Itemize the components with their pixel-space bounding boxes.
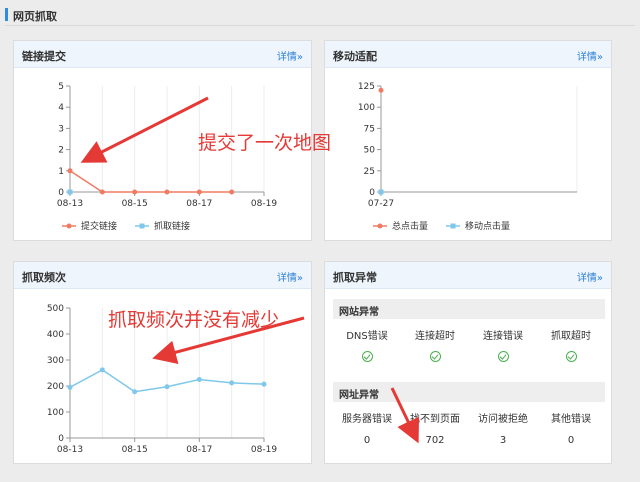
data-point[interactable] [132,189,138,195]
url-error-headers: 服务器错误 找不到页面 访问被拒绝 其他错误 [333,410,605,425]
series-line [69,170,232,193]
details-link[interactable]: 详情» [577,269,603,284]
site-error-header: 连接超时 [415,331,455,342]
check-circle-icon [429,351,441,362]
url-error-value[interactable]: 0 [333,435,401,446]
url-error-header: 找不到页面 [410,414,460,425]
data-point[interactable] [67,189,73,195]
y-tick-label: 0 [58,434,64,444]
legend-label[interactable]: 移动点击量 [465,220,510,232]
data-point[interactable] [378,189,384,195]
y-tick-label: 200 [47,382,64,392]
header-accent-bar [5,8,8,21]
site-error-status-row [333,351,605,365]
y-tick-label: 50 [364,146,376,156]
check-circle-icon [497,351,509,362]
panel-header: 抓取频次 详情» [14,262,311,289]
site-error-header: 抓取超时 [551,331,591,342]
link-submit-chart: 0 1 2 3 4 5 08-13 08-15 08-17 08-19 提交链接 抓取链接 [57,82,277,232]
x-tick-label: 08-19 [251,199,277,209]
x-tick-label: 08-17 [186,445,212,455]
panel-crawl-frequency: 抓取频次 详情» 0 100 200 300 400 500 08-13 08-15 08-17… [13,261,312,464]
y-tick-label: 25 [364,167,375,177]
legend-marker [450,223,456,229]
panel-header: 移动适配 详情» [325,41,611,68]
legend-label[interactable]: 抓取链接 [154,220,190,232]
panel-title: 抓取频次 [22,271,66,284]
url-error-header: 服务器错误 [342,414,392,425]
url-error-values: 0 702 3 0 [333,435,605,446]
url-error-title: 网址异常 [339,390,379,401]
data-point[interactable] [261,381,267,387]
data-point[interactable] [132,389,138,395]
y-tick-label: 400 [47,330,64,340]
legend-marker [139,223,145,229]
data-point[interactable] [164,384,170,390]
x-tick-label: 07-27 [368,199,394,209]
annotation-freq-text: 抓取频次并没有减少 [108,309,280,331]
panel-title: 抓取异常 [333,271,377,284]
legend-label[interactable]: 总点击量 [392,220,428,232]
data-point[interactable] [229,380,235,386]
legend-marker [377,223,383,229]
page-header: 网页抓取 [5,4,635,26]
x-tick-label: 08-19 [251,445,277,455]
page-title: 网页抓取 [13,10,57,23]
y-tick-label: 75 [364,124,375,134]
panel-title: 链接提交 [22,50,66,63]
site-error-headers: DNS错误 连接超时 连接错误 抓取超时 [333,327,605,342]
x-tick-label: 08-13 [57,445,83,455]
site-error-header: DNS错误 [346,331,388,342]
y-tick-label: 1 [58,167,64,177]
panel-crawl-error: 抓取异常 详情» 网站异常 DNS错误 连接超时 连接错误 抓取超时 网址异常 … [324,261,612,464]
data-point[interactable] [229,189,235,195]
mobile-chart: 0 25 50 75 100 125 07-27 总点击量 移动点击量 [358,82,578,232]
x-tick-label: 08-15 [122,445,148,455]
site-error-title: 网站异常 [339,307,379,318]
data-point[interactable] [378,87,384,93]
y-tick-label: 0 [369,188,375,198]
x-tick-label: 08-13 [57,199,83,209]
data-point[interactable] [196,377,202,382]
data-point[interactable] [99,189,105,195]
data-point[interactable] [196,189,202,195]
check-circle-icon [565,351,577,362]
y-tick-label: 125 [358,82,375,92]
y-tick-label: 100 [47,408,64,418]
url-error-value[interactable]: 3 [469,435,537,446]
x-tick-label: 08-15 [122,199,148,209]
url-error-value[interactable]: 702 [401,435,469,446]
annotation-submit-text: 提交了一次地图 [198,132,332,154]
data-point[interactable] [164,189,170,195]
x-tick-label: 08-17 [186,199,212,209]
legend-label[interactable]: 提交链接 [81,220,117,232]
details-link[interactable]: 详情» [277,269,303,284]
panel-title: 移动适配 [333,50,377,63]
legend-marker [66,223,72,229]
details-link[interactable]: 详情» [577,48,603,63]
details-link[interactable]: 详情» [277,48,303,63]
y-tick-label: 2 [58,146,64,156]
url-error-value[interactable]: 0 [537,435,605,446]
y-tick-label: 300 [47,356,64,366]
y-tick-label: 100 [358,103,375,113]
data-point[interactable] [99,367,105,373]
data-point[interactable] [67,384,73,390]
y-tick-label: 4 [58,103,64,113]
y-tick-label: 500 [47,304,64,314]
url-error-header: 其他错误 [551,414,591,425]
y-tick-label: 0 [58,188,64,198]
data-point[interactable] [67,168,73,174]
check-circle-icon [361,351,373,362]
site-error-section: 网站异常 [333,299,605,319]
panel-mobile: 移动适配 详情» 0 25 50 75 100 125 07-27 总点击量 移动点击量 [324,40,612,241]
y-tick-label: 5 [58,82,64,92]
panel-header: 链接提交 详情» [14,41,311,68]
y-tick-label: 3 [58,124,64,134]
site-error-header: 连接错误 [483,331,523,342]
url-error-section: 网址异常 [333,382,605,402]
panel-header: 抓取异常 详情» [325,262,611,289]
url-error-header: 访问被拒绝 [478,414,528,425]
